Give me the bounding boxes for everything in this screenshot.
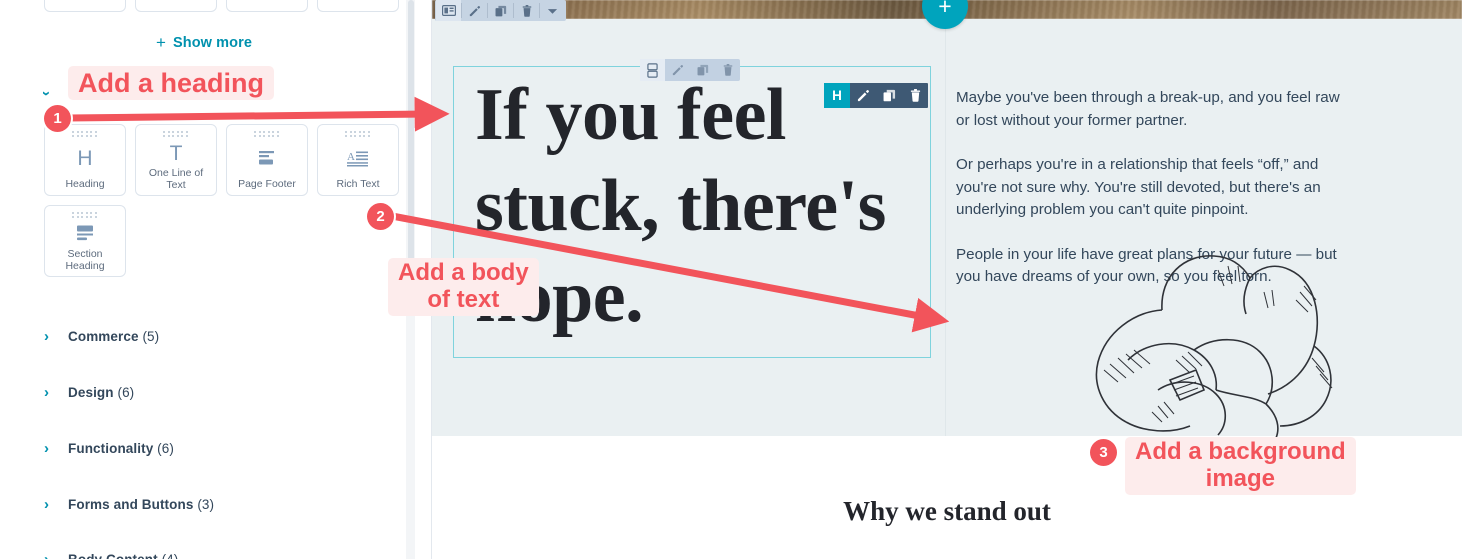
module-card-page-footer[interactable]: Page Footer	[226, 124, 308, 196]
module-card-label: Rich Text	[336, 177, 380, 190]
module-card-rich-text[interactable]: A Rich Text	[317, 124, 399, 196]
sidebar-section-label: Body Content (4)	[68, 551, 179, 559]
module-card-label: Page Footer	[238, 177, 296, 190]
trash-icon[interactable]	[514, 0, 539, 21]
plus-icon: +	[155, 33, 166, 52]
chevron-right-icon: ›	[44, 439, 49, 457]
chevron-down-icon[interactable]	[540, 0, 565, 21]
body-paragraph: Or perhaps you're in a relationship that…	[956, 156, 1321, 218]
sidebar-section-label: Commerce (5)	[68, 328, 160, 344]
module-card-clipped[interactable]	[317, 0, 399, 12]
copy-icon[interactable]	[876, 83, 902, 108]
sidebar-section-design[interactable]: › Design (6)	[44, 378, 394, 406]
heading-h-icon: H	[77, 146, 93, 170]
chevron-right-icon: ›	[44, 550, 49, 559]
copy-icon[interactable]	[488, 0, 513, 21]
module-card-one-line-of-text[interactable]: T One Line of Text	[135, 124, 217, 196]
module-card-label: Section Heading	[65, 248, 105, 272]
svg-text:A: A	[347, 151, 355, 163]
module-card-heading[interactable]: H Heading	[44, 124, 126, 196]
annotation-label-1: Add a heading	[68, 66, 275, 101]
hero-heading-text[interactable]: If you feel stuck, there's hope.	[475, 70, 945, 343]
drag-handle-icon[interactable]	[345, 131, 371, 138]
sidebar-section-label: Functionality (6)	[68, 440, 174, 456]
module-card-grid: H Heading T One Line of Text Page Footer…	[44, 124, 404, 277]
chevron-right-icon: ›	[44, 327, 49, 345]
module-card-clipped[interactable]	[44, 0, 126, 12]
body-paragraph: Maybe you've been through a break-up, an…	[956, 89, 1340, 129]
module-card-label: One Line of Text	[148, 167, 204, 191]
drag-handle-icon[interactable]	[72, 131, 98, 138]
annotation-number-2: 2	[367, 203, 394, 230]
chevron-right-icon: ›	[44, 383, 49, 401]
pencil-icon[interactable]	[665, 59, 690, 81]
show-more-button[interactable]: + Show more	[0, 33, 407, 53]
heading-module-toolbar[interactable]: H	[824, 83, 928, 108]
annotation-label-2: Add a body of text	[388, 258, 539, 316]
section-heading-icon	[45, 219, 125, 249]
page-footer-icon	[227, 138, 307, 179]
trash-icon[interactable]	[715, 59, 740, 81]
module-stack-icon[interactable]	[640, 59, 665, 81]
chevron-right-icon: ›	[44, 495, 49, 513]
screenshot-root: +Show more › Text H Heading T	[0, 0, 1462, 559]
chevron-down-icon[interactable]: ›	[38, 91, 55, 96]
module-card-clipped[interactable]	[226, 0, 308, 12]
sidebar-section-functionality[interactable]: › Functionality (6)	[44, 434, 394, 462]
pencil-icon[interactable]	[850, 83, 876, 108]
sidebar-section-label: Forms and Buttons (3)	[68, 496, 215, 512]
annotation-number-3: 3	[1090, 439, 1117, 466]
drag-handle-icon[interactable]	[163, 131, 189, 138]
drag-handle-icon[interactable]	[254, 131, 280, 138]
sidebar-section-commerce[interactable]: › Commerce (5)	[44, 322, 394, 350]
annotation-number-1: 1	[44, 105, 71, 132]
column-divider	[945, 19, 946, 436]
annotation-label-3: Add a background image	[1125, 437, 1356, 495]
one-line-text-t-icon: T	[169, 141, 183, 165]
line-art-knot-illustration	[1068, 240, 1368, 440]
layout-section-icon[interactable]	[436, 0, 461, 21]
sidebar-scrollbar-thumb[interactable]	[408, 0, 414, 290]
show-more-label: Show more	[172, 35, 253, 51]
module-card-section-heading[interactable]: Section Heading	[44, 205, 126, 277]
trash-icon[interactable]	[902, 83, 928, 108]
module-card-clipped[interactable]	[135, 0, 217, 12]
pencil-icon[interactable]	[462, 0, 487, 21]
rich-text-icon: A	[318, 138, 398, 179]
sidebar-section-body-content[interactable]: › Body Content (4)	[44, 545, 394, 559]
drag-handle-icon[interactable]	[72, 212, 98, 219]
section-toolbar[interactable]	[435, 0, 566, 21]
sidebar-section-label: Design (6)	[68, 384, 135, 400]
module-toolbar-inactive[interactable]	[640, 59, 740, 81]
module-card-row-clipped	[44, 0, 400, 12]
heading-badge[interactable]: H	[824, 83, 850, 108]
sidebar-section-forms-and-buttons[interactable]: › Forms and Buttons (3)	[44, 490, 394, 518]
module-card-label: Heading	[65, 177, 105, 190]
copy-icon[interactable]	[690, 59, 715, 81]
lower-section-heading: Why we stand out	[843, 496, 1051, 526]
